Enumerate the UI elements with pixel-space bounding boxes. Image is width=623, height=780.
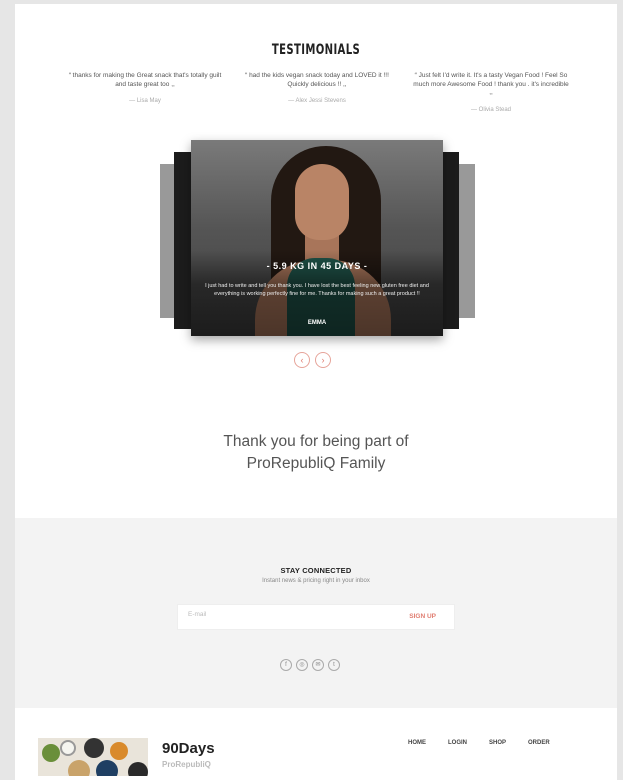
newsletter-form: SIGN UP [177,604,455,630]
newsletter-section: STAY CONNECTED Instant news & pricing ri… [15,518,617,708]
footer-nav: HOME LOGIN SHOP ORDER [408,740,550,746]
quote-author: — Lisa May [129,98,161,104]
footer-nav-shop[interactable]: SHOP [489,740,506,746]
testimonials-title: TESTIMONIALS [271,42,361,58]
newsletter-title: STAY CONNECTED [280,566,352,575]
food-item [84,738,104,758]
testimonial-quote: “ thanks for making the Great snack that… [65,72,225,104]
quote-text: “ Just felt I'd write it. It's a tasty V… [413,72,569,96]
footer-brand[interactable]: 90Days [162,740,215,757]
social-links: f ◎ ✉ t [280,659,340,671]
instagram-icon[interactable]: ◎ [296,659,308,671]
quote-author: — Olivia Stead [470,106,512,113]
slide-heading: - 5.9 KG IN 45 DAYS - [266,261,368,271]
food-item [110,742,128,760]
food-item [42,744,60,762]
quote-author: — Alex Jessi Stevens [288,98,346,104]
food-item [96,760,118,776]
food-item [60,740,76,756]
portrait-face [295,164,349,240]
testimonial-quote: “ Just felt I'd write it. It's a tasty V… [411,72,571,113]
footer-brand-sub: ProRepubliQ [162,760,211,769]
testimonial-quote: “ had the kids vegan snack today and LOV… [237,72,397,104]
slide-back-right-outer[interactable] [457,164,475,318]
food-item [128,762,148,776]
page: TESTIMONIALS “ thanks for making the Gre… [15,4,617,780]
testimonial-slide[interactable]: - 5.9 KG IN 45 DAYS - I just had to writ… [191,140,443,336]
slider-arrows: ‹ › [294,352,331,368]
twitter-icon[interactable]: t [328,659,340,671]
thanks-line-2: ProRepubliQ Family [246,455,386,472]
food-item [68,760,90,776]
facebook-icon[interactable]: f [280,659,292,671]
slide-text: I just had to write and tell you thank y… [205,283,429,297]
mail-icon[interactable]: ✉ [312,659,324,671]
quote-text: “ thanks for making the Great snack that… [68,72,222,88]
thanks-line-1: Thank you for being part of [223,433,409,450]
slide-author: EMMA [307,320,327,326]
footer-food-image [38,738,148,776]
prev-arrow-icon[interactable]: ‹ [294,352,310,368]
next-arrow-icon[interactable]: › [315,352,331,368]
email-field[interactable] [188,611,388,618]
footer-nav-login[interactable]: LOGIN [448,740,467,746]
quote-text: “ had the kids vegan snack today and LOV… [245,72,389,88]
newsletter-subtitle: Instant news & pricing right in your inb… [262,578,370,584]
footer-nav-home[interactable]: HOME [408,740,426,746]
footer-nav-order[interactable]: ORDER [528,740,550,746]
thanks-message: Thank you for being part of ProRepubliQ … [15,431,617,475]
signup-button[interactable]: SIGN UP [409,613,436,620]
